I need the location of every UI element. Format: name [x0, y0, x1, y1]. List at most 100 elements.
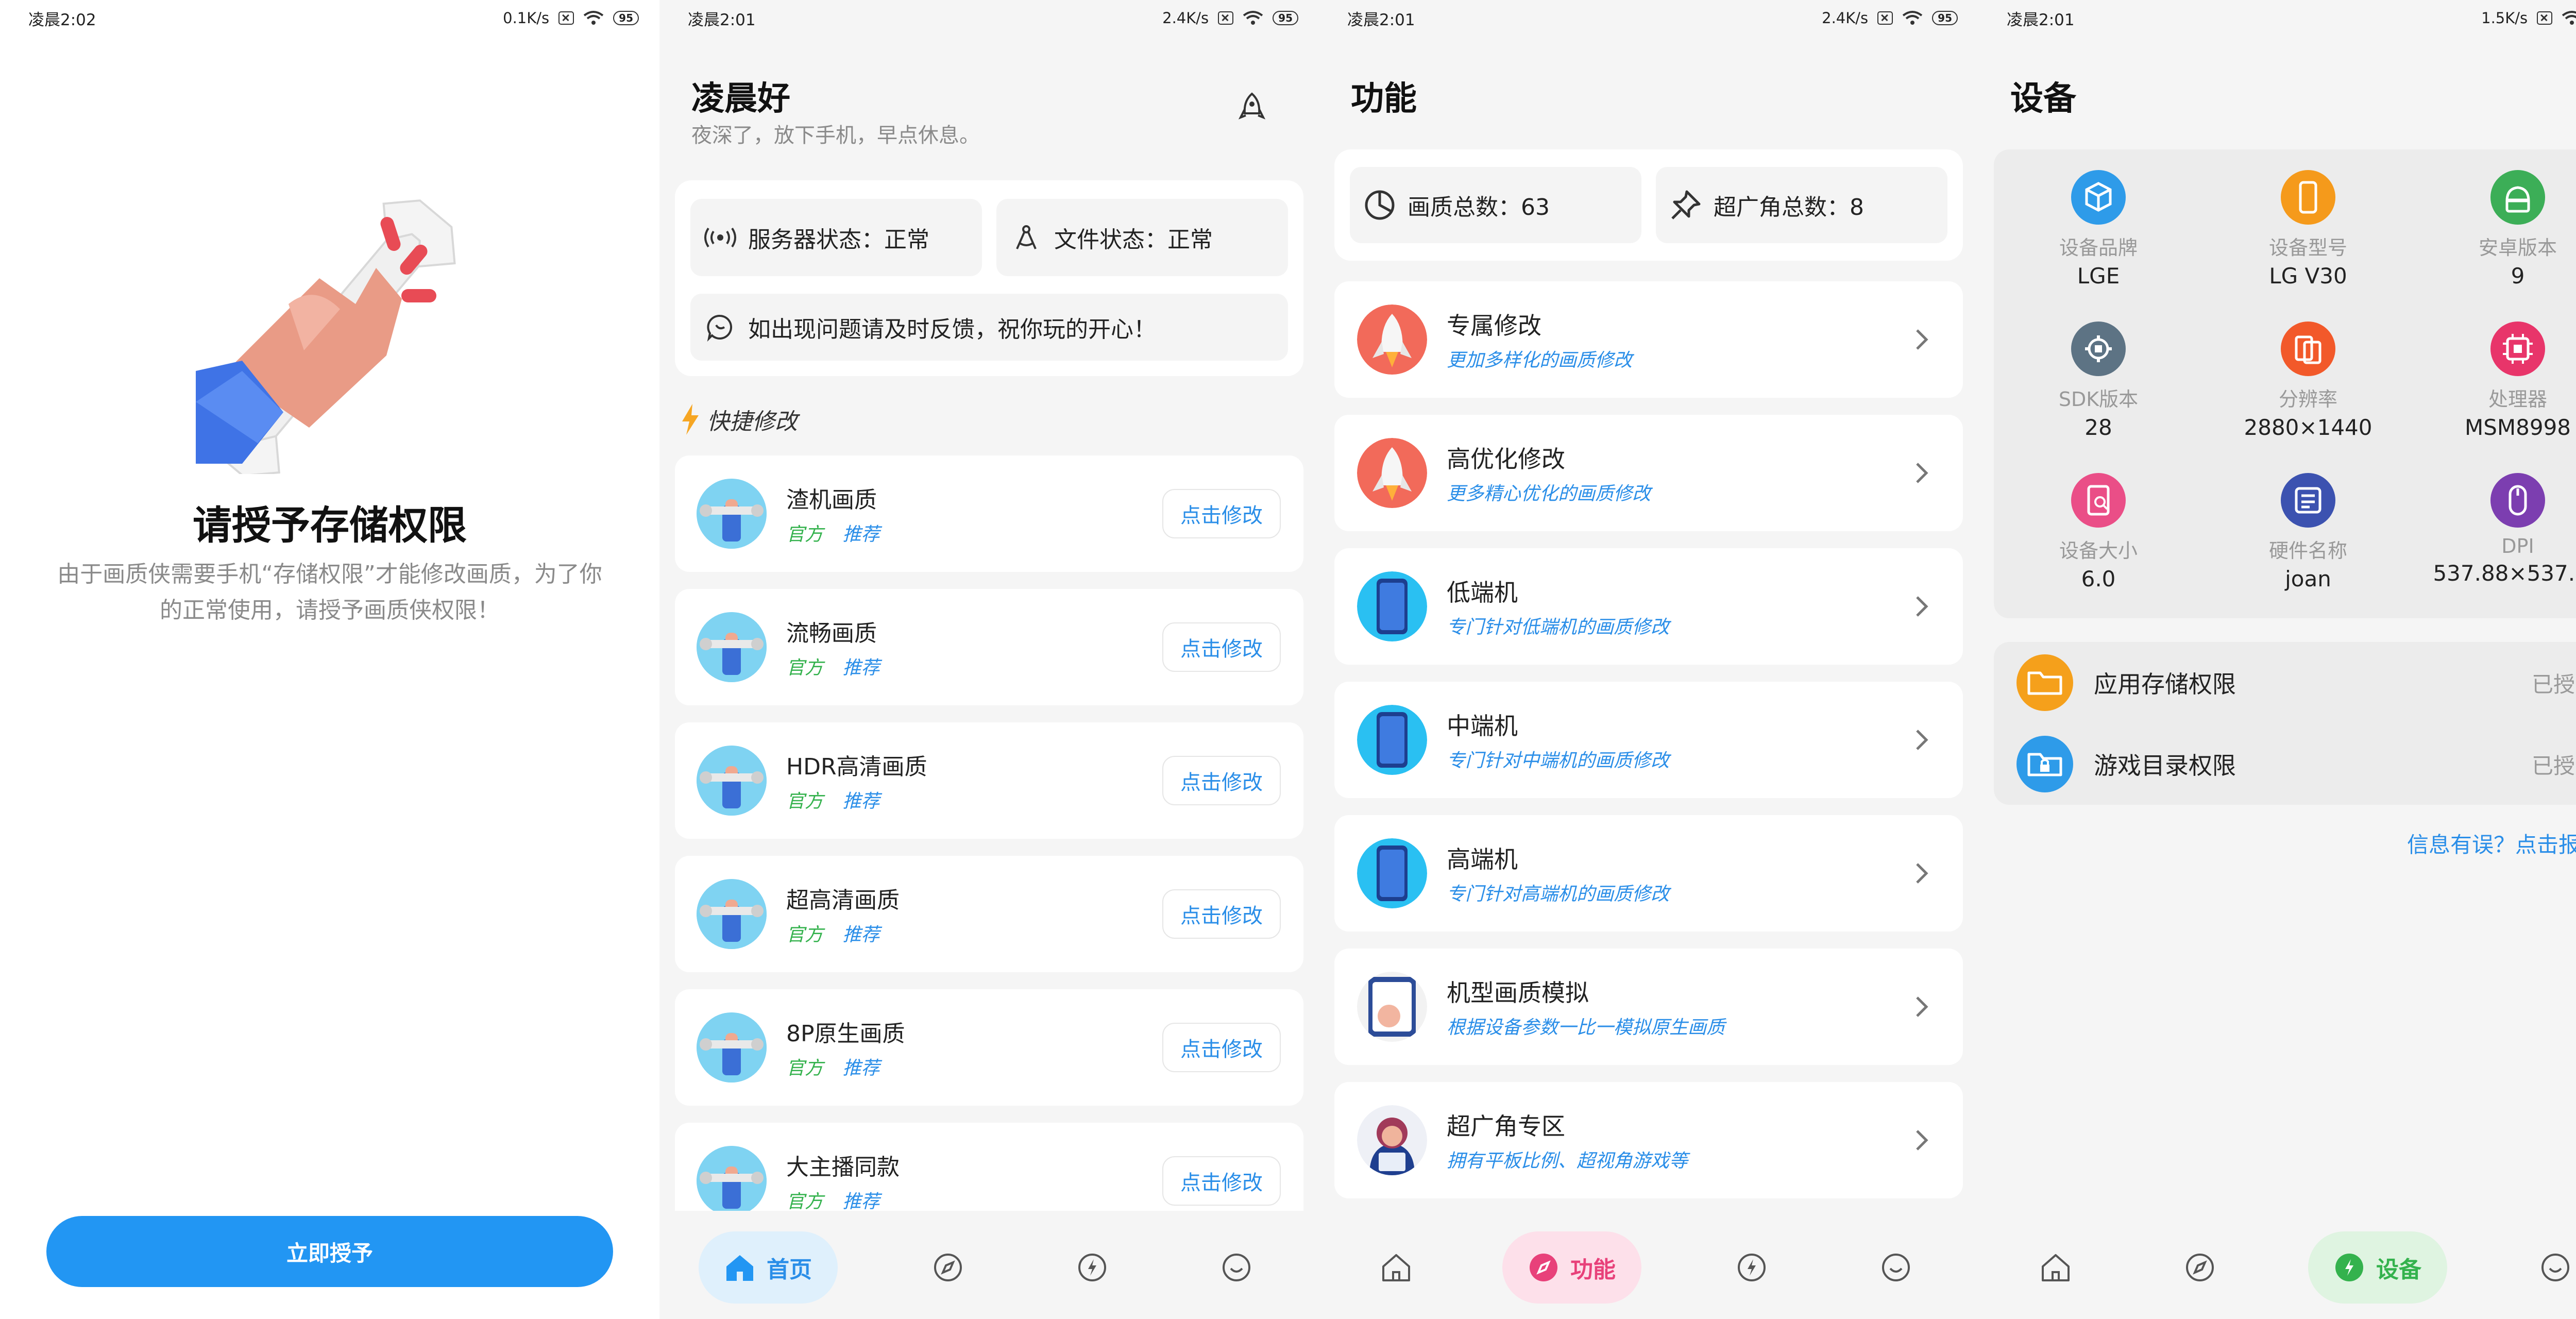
network-speed: 2.4K/s	[1822, 9, 1869, 27]
feature-name: 高端机	[1447, 845, 1518, 873]
spec-value: 6.0	[2081, 566, 2116, 591]
chevron-right-icon	[1906, 991, 1937, 1022]
greeting-title: 凌晨好	[691, 80, 790, 118]
smile-icon	[1223, 1254, 1250, 1281]
preset-row[interactable]: 8P原生画质 官方 推荐 点击修改	[675, 989, 1303, 1106]
chevron-right-icon	[1906, 1125, 1937, 1156]
tag-official: 官方	[786, 791, 824, 812]
spec-label: 设备型号	[2268, 236, 2347, 259]
modify-button[interactable]: 点击修改	[1162, 889, 1281, 939]
nav-features[interactable]	[922, 1231, 974, 1304]
nav-quick[interactable]	[1726, 1231, 1777, 1304]
home-icon	[726, 1255, 753, 1281]
nav-device[interactable]	[1870, 1231, 1922, 1304]
wifi-icon	[1902, 11, 1923, 25]
rocket-icon	[1357, 438, 1427, 508]
lightning-circle-icon	[2335, 1254, 2363, 1281]
permission-row[interactable]: 游戏目录权限 已授予	[1994, 723, 2576, 805]
nav-home[interactable]	[1370, 1231, 1422, 1304]
feature-row[interactable]: 高端机 专门针对高端机的画质修改	[1334, 815, 1963, 932]
spec-value: 2880×1440	[2244, 415, 2372, 440]
rocket-button[interactable]	[1232, 89, 1272, 128]
spec-label: 设备品牌	[2059, 236, 2138, 259]
preset-row[interactable]: 超高清画质 官方 推荐 点击修改	[675, 856, 1303, 972]
notice-chip: 如出现问题请及时反馈，祝你玩的开心！	[690, 294, 1288, 361]
feature-name: 高优化修改	[1447, 445, 1565, 473]
permission-row[interactable]: 应用存储权限 已授予	[1994, 642, 2576, 723]
status-time: 凌晨2:01	[1347, 10, 1415, 29]
spec-label: 安卓版本	[2478, 236, 2557, 259]
tag-official: 官方	[786, 524, 824, 545]
preset-name: 8P原生画质	[786, 1021, 905, 1047]
status-time: 凌晨2:01	[2007, 10, 2075, 29]
chip-icon	[2490, 322, 2545, 376]
wrench-avatar-icon	[697, 1146, 767, 1216]
compass-draw-icon	[1016, 225, 1037, 249]
feature-row[interactable]: 专属修改 更加多样化的画质修改	[1334, 281, 1963, 398]
preset-row[interactable]: HDR高清画质 官方 推荐 点击修改	[675, 722, 1303, 839]
tablet-icon	[1357, 972, 1427, 1042]
preset-row[interactable]: 流畅画质 官方 推荐 点击修改	[675, 589, 1303, 705]
modify-button[interactable]: 点击修改	[1162, 622, 1281, 672]
permission-status: 已授予	[2531, 671, 2576, 697]
sim-x-icon	[1218, 11, 1234, 25]
tag-official: 官方	[786, 924, 824, 945]
feature-row[interactable]: 高优化修改 更多精心优化的画质修改	[1334, 415, 1963, 531]
lightning-icon	[682, 404, 699, 435]
bottom-nav: 首页	[659, 1211, 1319, 1319]
spec-cell: SDK版本 28	[1994, 322, 2203, 440]
spec-value: 28	[2084, 415, 2112, 440]
preset-row[interactable]: 渣机画质 官方 推荐 点击修改	[675, 455, 1303, 572]
modify-button[interactable]: 点击修改	[1162, 1156, 1281, 1206]
sim-x-icon	[558, 11, 574, 25]
feature-row[interactable]: 中端机 专门针对中端机的画质修改	[1334, 682, 1963, 798]
file-status-text: 文件状态：正常	[1054, 227, 1213, 253]
feature-subtitle: 更加多样化的画质修改	[1447, 350, 1633, 371]
feature-row[interactable]: 低端机 专门针对低端机的画质修改	[1334, 548, 1963, 665]
network-speed: 0.1K/s	[503, 9, 550, 27]
feature-name: 专属修改	[1447, 312, 1541, 340]
wifi-icon	[2562, 11, 2576, 25]
battery-indicator: 95	[613, 11, 639, 25]
spec-value: LG V30	[2269, 263, 2347, 289]
home-screen: 凌晨2:01 2.4K/s 95 凌晨好 夜深了，放下手机，早点休息。 服务器状…	[659, 0, 1319, 1319]
smile-icon	[2541, 1254, 2569, 1281]
nav-features[interactable]: 功能	[1502, 1231, 1641, 1304]
total-quality-text: 画质总数：63	[1408, 194, 1550, 221]
tag-recommended: 推荐	[842, 791, 880, 812]
network-speed: 2.4K/s	[1162, 9, 1209, 27]
feature-name: 低端机	[1447, 579, 1518, 606]
cube-icon	[2071, 170, 2126, 225]
report-link[interactable]: 信息有误？点击报告	[2407, 827, 2576, 859]
modify-button[interactable]: 点击修改	[1162, 756, 1281, 805]
folder-lock-icon	[2016, 736, 2073, 792]
grant-permission-button[interactable]: 立即授予	[46, 1216, 613, 1287]
nav-device-quick[interactable]: 设备	[2308, 1231, 2447, 1304]
tag-official: 官方	[786, 1058, 824, 1079]
pie-chart-icon	[1365, 190, 1395, 220]
battery-indicator: 95	[1273, 11, 1298, 25]
status-bar: 凌晨2:01 2.4K/s 95	[1319, 0, 1978, 36]
tag-official: 官方	[786, 1191, 824, 1212]
spec-cell: 设备品牌 LGE	[1994, 170, 2203, 289]
nav-profile[interactable]	[2530, 1231, 2576, 1304]
tag-recommended: 推荐	[842, 924, 880, 945]
nav-features-label: 功能	[1570, 1257, 1616, 1283]
nav-home[interactable]	[2030, 1231, 2081, 1304]
nav-quick[interactable]	[1066, 1231, 1118, 1304]
nav-home[interactable]: 首页	[699, 1231, 838, 1304]
feature-row[interactable]: 机型画质模拟 根据设备参数一比一模拟原生画质	[1334, 949, 1963, 1065]
page-title: 请授予存储权限	[193, 502, 467, 548]
spec-value: MSM8998	[2464, 415, 2571, 440]
feature-subtitle: 专门针对低端机的画质修改	[1447, 617, 1670, 638]
signal-icon	[704, 227, 736, 248]
nav-device[interactable]	[1211, 1231, 1262, 1304]
nav-features[interactable]	[2174, 1231, 2226, 1304]
bottom-nav: 功能	[1319, 1211, 1978, 1319]
lightning-circle-icon	[1078, 1254, 1106, 1281]
modify-button[interactable]: 点击修改	[1162, 1023, 1281, 1072]
nav-device-label: 设备	[2376, 1257, 2421, 1283]
modify-button[interactable]: 点击修改	[1162, 489, 1281, 538]
tag-official: 官方	[786, 657, 824, 679]
feature-row[interactable]: 超广角专区 拥有平板比例、超视角游戏等	[1334, 1082, 1963, 1198]
